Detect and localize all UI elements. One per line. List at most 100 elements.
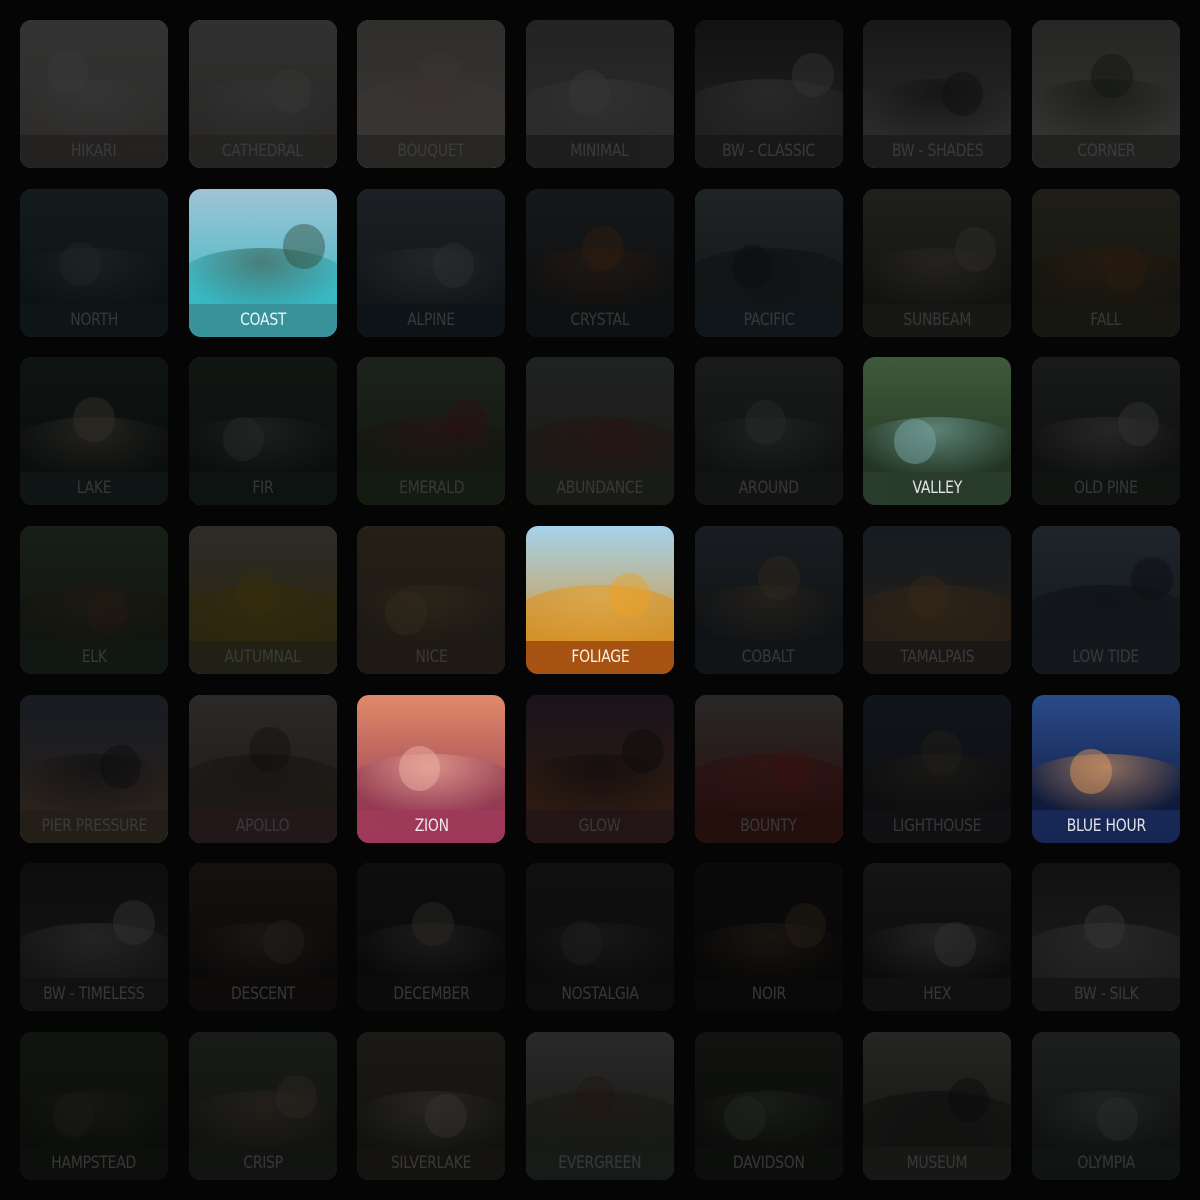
preset-tile-low-tide[interactable]: LOW TIDE (1031, 525, 1180, 674)
preset-tile-cobalt[interactable]: COBALT (694, 525, 843, 674)
preset-tile-blue-hour[interactable]: BLUE HOUR (1031, 694, 1180, 843)
preset-label-bar: AROUND (694, 472, 843, 506)
thumbnail-highlight (724, 1095, 766, 1140)
preset-tile-bouquet[interactable]: BOUQUET (357, 20, 506, 168)
thumbnail-highlight (425, 1094, 467, 1139)
thumbnail-highlight (1070, 749, 1112, 794)
preset-tile-emerald[interactable]: EMERALD (357, 357, 506, 506)
preset-tile-glow[interactable]: GLOW (525, 694, 674, 843)
preset-label: FOLIAGE (570, 646, 629, 667)
preset-tile-museum[interactable]: MUSEUM (863, 1031, 1012, 1180)
preset-label-bar: MUSEUM (863, 1146, 1012, 1180)
preset-tile-autumnal[interactable]: AUTUMNAL (188, 525, 337, 674)
preset-tile-hex[interactable]: HEX (863, 863, 1012, 1012)
thumbnail-highlight (385, 591, 427, 636)
thumbnail-highlight (955, 227, 997, 272)
preset-label-bar: APOLLO (188, 809, 337, 843)
preset-label-bar: SILVERLAKE (357, 1146, 506, 1180)
preset-label: COAST (239, 309, 286, 330)
preset-tile-davidson[interactable]: DAVIDSON (694, 1031, 843, 1180)
preset-tile-valley[interactable]: VALLEY (863, 357, 1012, 506)
preset-tile-lake[interactable]: LAKE (20, 357, 168, 506)
preset-label: BOUQUET (397, 141, 466, 161)
preset-label: AROUND (738, 478, 799, 499)
preset-tile-old-pine[interactable]: OLD PINE (1031, 357, 1180, 506)
thumbnail-highlight (574, 1076, 617, 1121)
preset-tile-olympia[interactable]: OLYMPIA (1031, 1031, 1180, 1180)
preset-label-bar: CRYSTAL (525, 303, 674, 337)
preset-tile-tamalpais[interactable]: TAMALPAIS (863, 525, 1012, 674)
thumbnail-highlight (1131, 557, 1173, 602)
thumbnail-highlight (907, 574, 950, 620)
preset-label-bar: EVERGREEN (525, 1146, 674, 1180)
preset-tile-silverlake[interactable]: SILVERLAKE (357, 1031, 506, 1180)
preset-label: HIKARI (71, 141, 117, 161)
preset-tile-crisp[interactable]: CRISP (188, 1031, 337, 1180)
preset-tile-bw-shades[interactable]: BW - SHADES (863, 20, 1012, 168)
preset-tile-apollo[interactable]: APOLLO (188, 694, 337, 843)
preset-tile-hikari[interactable]: HIKARI (20, 20, 168, 168)
thumbnail-highlight (222, 416, 265, 461)
preset-label-bar: CORNER (1031, 135, 1180, 168)
preset-label-bar: OLYMPIA (1031, 1146, 1180, 1180)
preset-label-bar: FOLIAGE (525, 640, 674, 674)
preset-tile-fall[interactable]: FALL (1031, 188, 1180, 337)
preset-label-bar: CRISP (188, 1146, 337, 1180)
preset-tile-descent[interactable]: DESCENT (188, 863, 337, 1012)
thumbnail-highlight (595, 417, 637, 463)
preset-tile-lighthouse[interactable]: LIGHTHOUSE (863, 694, 1012, 843)
preset-tile-coast[interactable]: COAST (188, 188, 337, 337)
preset-tile-foliage[interactable]: FOLIAGE (525, 525, 674, 674)
preset-tile-cathedral[interactable]: CATHEDRAL (188, 20, 337, 168)
preset-label-bar: BW - CLASSIC (694, 135, 843, 168)
preset-tile-bw-classic[interactable]: BW - CLASSIC (694, 20, 843, 168)
preset-label: TAMALPAIS (900, 646, 975, 667)
preset-label-bar: DESCENT (188, 978, 337, 1012)
preset-label: BW - CLASSIC (722, 141, 815, 161)
preset-tile-bw-timeless[interactable]: BW - TIMELESS (20, 863, 168, 1012)
preset-tile-nice[interactable]: NICE (357, 525, 506, 674)
preset-label: GLOW (579, 815, 621, 836)
preset-tile-corner[interactable]: CORNER (1031, 20, 1180, 168)
preset-tile-minimal[interactable]: MINIMAL (525, 20, 674, 168)
preset-tile-fir[interactable]: FIR (188, 357, 337, 506)
preset-tile-evergreen[interactable]: EVERGREEN (525, 1031, 674, 1180)
preset-label: VALLEY (912, 478, 963, 499)
preset-tile-noir[interactable]: NOIR (694, 863, 843, 1012)
thumbnail-highlight (568, 70, 611, 115)
thumbnail-highlight (46, 49, 89, 94)
preset-label: OLD PINE (1074, 478, 1138, 499)
preset-tile-pier-pressure[interactable]: PIER PRESSURE (20, 694, 168, 843)
preset-tile-december[interactable]: DECEMBER (357, 863, 506, 1012)
preset-label-bar: COBALT (694, 640, 843, 674)
preset-label: COBALT (742, 646, 795, 667)
preset-label-bar: NOIR (694, 978, 843, 1012)
preset-tile-nostalgia[interactable]: NOSTALGIA (525, 863, 674, 1012)
thumbnail-highlight (446, 398, 488, 444)
preset-tile-alpine[interactable]: ALPINE (357, 188, 506, 337)
preset-tile-around[interactable]: AROUND (694, 357, 843, 506)
preset-label: LAKE (76, 478, 112, 499)
preset-label-bar: GLOW (525, 809, 674, 843)
thumbnail-highlight (731, 244, 774, 290)
preset-tile-abundance[interactable]: ABUNDANCE (525, 357, 674, 506)
preset-label: LIGHTHOUSE (893, 815, 982, 836)
preset-tile-north[interactable]: NORTH (20, 188, 168, 337)
preset-tile-hampstead[interactable]: HAMPSTEAD (20, 1031, 168, 1180)
preset-tile-sunbeam[interactable]: SUNBEAM (863, 188, 1012, 337)
preset-tile-bw-silk[interactable]: BW - SILK (1031, 863, 1180, 1012)
preset-tile-bounty[interactable]: BOUNTY (694, 694, 843, 843)
preset-label-bar: MINIMAL (525, 135, 674, 168)
preset-tile-crystal[interactable]: CRYSTAL (525, 188, 674, 337)
preset-label-bar: FALL (1031, 303, 1180, 337)
thumbnail-highlight (1083, 904, 1126, 950)
preset-label: AUTUMNAL (224, 646, 301, 667)
thumbnail-highlight (1117, 401, 1160, 447)
preset-tile-elk[interactable]: ELK (20, 525, 168, 674)
preset-tile-pacific[interactable]: PACIFIC (694, 188, 843, 337)
preset-label: CORNER (1077, 141, 1135, 161)
preset-tile-zion[interactable]: ZION (357, 694, 506, 843)
thumbnail-highlight (432, 243, 475, 288)
preset-label-bar: BLUE HOUR (1031, 809, 1180, 843)
preset-label-bar: HIKARI (20, 135, 168, 168)
